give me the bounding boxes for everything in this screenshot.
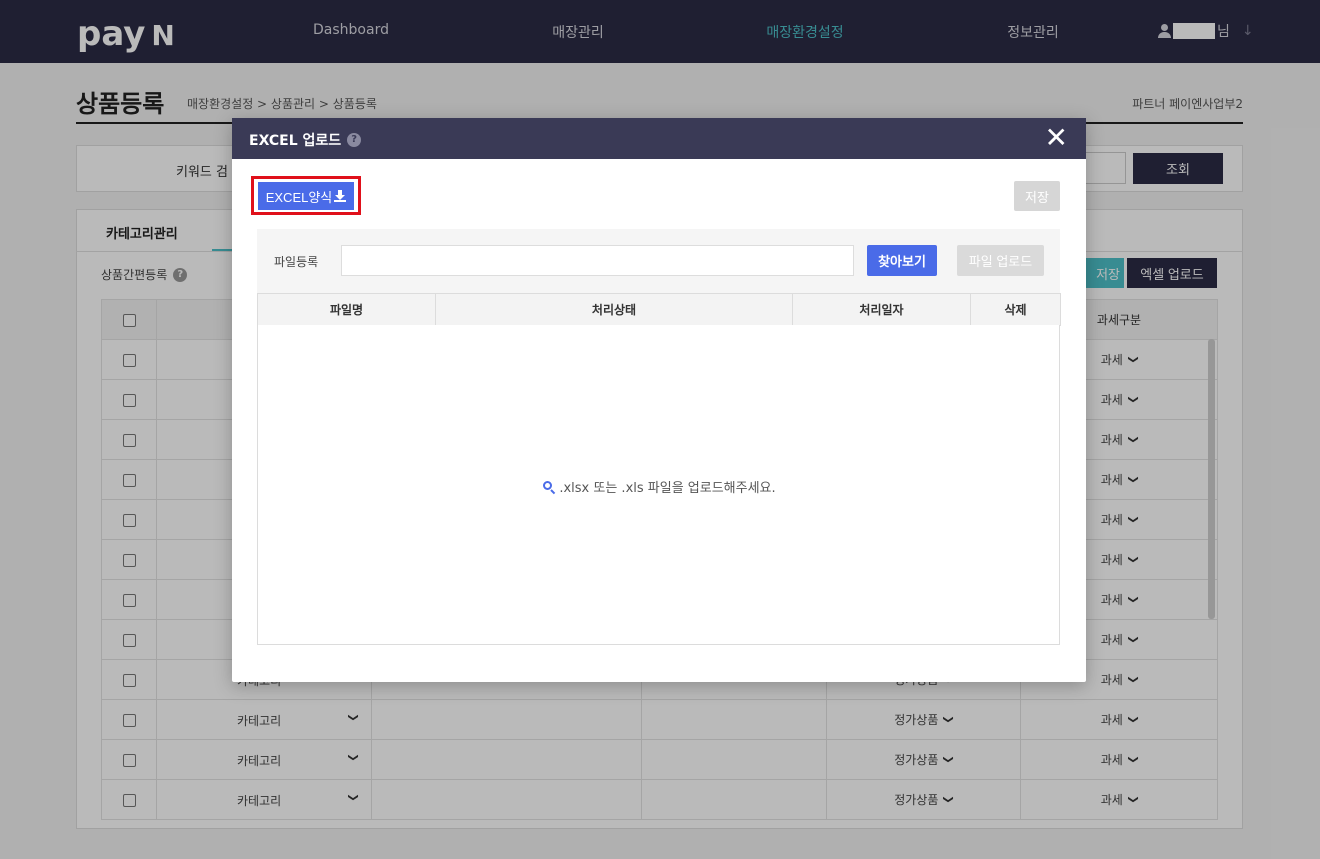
help-icon[interactable]: ? <box>347 133 362 147</box>
modal-title: EXCEL 업로드 ? <box>249 130 362 150</box>
file-upload-button[interactable]: 파일 업로드 <box>957 245 1044 276</box>
header-delete: 삭제 <box>970 293 1061 326</box>
file-table-header-row: 파일명 처리상태 처리일자 삭제 <box>257 293 1061 326</box>
modal-save-button[interactable]: 저장 <box>1014 181 1060 211</box>
download-icon <box>334 190 347 202</box>
empty-message-text: .xlsx 또는 .xls 파일을 업로드해주세요. <box>559 481 776 496</box>
excel-template-label: EXCEL양식 <box>265 189 333 205</box>
modal-header: EXCEL 업로드 ? ✕ <box>232 118 1086 159</box>
excel-template-download-button[interactable]: EXCEL양식 <box>258 182 354 210</box>
excel-upload-modal: EXCEL 업로드 ? ✕ EXCEL양식 저장 파일등록 찾아보기 파일 업로… <box>232 118 1086 682</box>
search-icon <box>543 480 556 494</box>
empty-message: .xlsx 또는 .xls 파일을 업로드해주세요. <box>258 477 1061 496</box>
header-file-name: 파일명 <box>257 293 436 326</box>
file-register-label: 파일등록 <box>274 255 319 269</box>
header-process-status: 처리상태 <box>435 293 793 326</box>
header-process-date: 처리일자 <box>792 293 971 326</box>
modal-title-text: EXCEL 업로드 <box>249 133 342 149</box>
file-path-input[interactable] <box>341 245 854 276</box>
file-table-body: .xlsx 또는 .xls 파일을 업로드해주세요. <box>257 325 1060 645</box>
browse-button[interactable]: 찾아보기 <box>867 245 937 276</box>
file-table: 파일명 처리상태 처리일자 삭제 <box>257 293 1061 326</box>
close-icon[interactable]: ✕ <box>1045 123 1068 153</box>
